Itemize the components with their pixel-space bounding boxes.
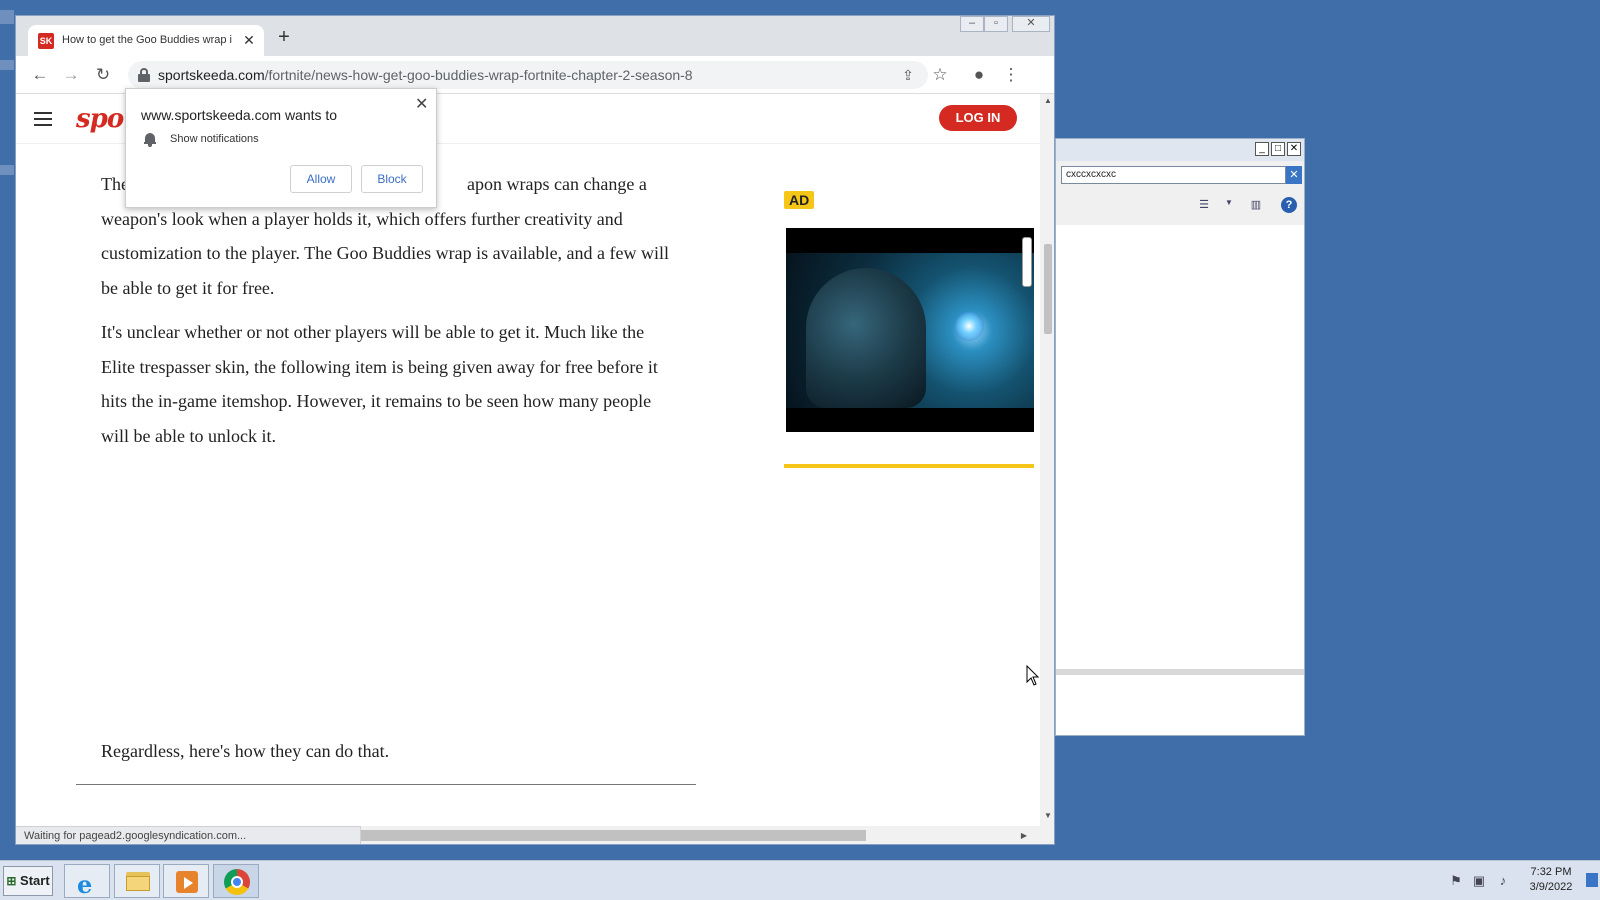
divider	[76, 784, 696, 785]
help-icon[interactable]: ?	[1281, 197, 1297, 213]
tab-title: How to get the Goo Buddies wrap in Fortn…	[62, 34, 232, 46]
ad-video[interactable]	[786, 228, 1034, 432]
ad-figure	[806, 268, 926, 408]
menu-dots-icon[interactable]: ⋮	[1001, 65, 1021, 85]
vertical-scrollbar[interactable]: ▲ ▼	[1040, 94, 1054, 826]
login-button[interactable]: LOG IN	[939, 105, 1017, 131]
chevron-down-icon[interactable]: ▼	[1221, 198, 1237, 212]
view-options-icon[interactable]: ☰	[1196, 198, 1212, 212]
internet-explorer-icon: e	[77, 870, 93, 899]
window-minimize-button[interactable]: –	[960, 16, 984, 32]
profile-icon[interactable]: ●	[969, 65, 989, 85]
taskbar-chrome[interactable]	[213, 864, 259, 898]
action-center-flag-icon[interactable]: ⚑	[1448, 873, 1464, 889]
block-button[interactable]: Block	[361, 165, 423, 193]
ad-accent-bar	[784, 464, 1034, 468]
ad-video-frame	[786, 253, 1034, 408]
taskbar: ⊞ Start e ⚑ ▣ ♪ 7:32 PM 3/9/2022	[0, 860, 1600, 900]
side-window: _ □ ✕ cxccxcxcxc ✕ ☰ ▼ ▥ ?	[1055, 138, 1305, 736]
taskbar-internet-explorer[interactable]: e	[64, 864, 110, 899]
site-favicon-icon: SK	[38, 33, 54, 49]
ad-glow	[954, 311, 984, 341]
tab-strip: SK How to get the Goo Buddies wrap in Fo…	[16, 16, 1054, 56]
address-url[interactable]: sportskeeda.com/fortnite/news-how-get-go…	[158, 67, 693, 83]
scroll-right-icon[interactable]: ▶	[1016, 831, 1032, 840]
dialog-title: www.sportskeeda.com wants to	[141, 107, 338, 123]
share-icon[interactable]: ⇪	[898, 65, 918, 85]
lock-icon[interactable]	[138, 68, 150, 82]
mouse-cursor-icon	[1026, 665, 1040, 686]
new-tab-button[interactable]: +	[274, 27, 294, 48]
status-text: Waiting for pagead2.googlesyndication.co…	[16, 826, 361, 844]
reload-icon[interactable]: ↻	[93, 65, 113, 85]
preview-pane-icon[interactable]: ▥	[1248, 198, 1264, 212]
permission-text: Show notifications	[170, 133, 259, 145]
window-restore-button[interactable]: ▫	[984, 16, 1008, 32]
horizontal-scroll-thumb[interactable]	[361, 830, 866, 841]
side-toolbar: cxccxcxcxc ✕ ☰ ▼ ▥ ?	[1056, 161, 1304, 225]
article-paragraph: Regardless, here's how they can do that.	[101, 741, 390, 761]
show-desktop-button[interactable]	[1586, 873, 1598, 887]
horizontal-scrollbar[interactable]: Waiting for pagead2.googlesyndication.co…	[16, 826, 1054, 844]
network-icon[interactable]: ▣	[1471, 873, 1487, 889]
notification-permission-dialog: www.sportskeeda.com wants to ✕ Show noti…	[125, 88, 437, 208]
close-icon[interactable]: ✕	[415, 94, 428, 114]
article-paragraph: It's unclear whether or not other player…	[101, 322, 658, 446]
url-domain: sportskeeda.com	[158, 67, 265, 83]
taskbar-media-player[interactable]	[163, 864, 209, 898]
volume-icon[interactable]: ♪	[1495, 873, 1511, 889]
scroll-up-icon[interactable]: ▲	[1040, 96, 1054, 105]
desktop-icon-stub	[0, 165, 14, 175]
forward-icon[interactable]: →	[61, 65, 81, 85]
browser-tab[interactable]: SK How to get the Goo Buddies wrap in Fo…	[28, 25, 264, 56]
window-close-button[interactable]: ✕	[1012, 16, 1050, 32]
tab-close-icon[interactable]: ✕	[240, 31, 258, 49]
side-window-titlebar: _ □ ✕	[1056, 139, 1304, 161]
side-close-button[interactable]: ✕	[1287, 142, 1301, 156]
start-button[interactable]: ⊞ Start	[3, 866, 53, 896]
search-input[interactable]: cxccxcxcxc	[1061, 166, 1286, 184]
scroll-thumb[interactable]	[1044, 244, 1052, 334]
desktop-icon-stub	[0, 60, 14, 70]
allow-button[interactable]: Allow	[290, 165, 352, 193]
clock-time: 7:32 PM	[1530, 866, 1572, 878]
side-window-divider[interactable]	[1056, 669, 1304, 675]
scroll-down-icon[interactable]: ▼	[1040, 811, 1054, 820]
taskbar-file-explorer[interactable]	[114, 864, 160, 898]
url-path: /fortnite/news-how-get-goo-buddies-wrap-…	[264, 67, 693, 83]
ad-badge: AD	[784, 191, 815, 209]
hamburger-menu-icon[interactable]	[34, 112, 52, 126]
desktop-icon-stub	[0, 10, 14, 24]
windows-flag-icon: ⊞	[6, 874, 17, 888]
bell-icon	[144, 133, 156, 147]
ad-side-handle[interactable]	[1022, 237, 1032, 287]
system-clock[interactable]: 7:32 PM 3/9/2022	[1520, 865, 1582, 895]
side-minimize-button[interactable]: _	[1255, 142, 1269, 156]
back-icon[interactable]: ←	[30, 65, 50, 85]
clear-search-icon[interactable]: ✕	[1286, 166, 1302, 184]
clock-date: 3/9/2022	[1529, 881, 1573, 893]
site-logo[interactable]: spo	[76, 104, 124, 134]
side-maximize-button[interactable]: □	[1271, 142, 1285, 156]
address-bar[interactable]: sportskeeda.com/fortnite/news-how-get-go…	[128, 61, 928, 89]
star-icon[interactable]: ☆	[930, 65, 950, 85]
